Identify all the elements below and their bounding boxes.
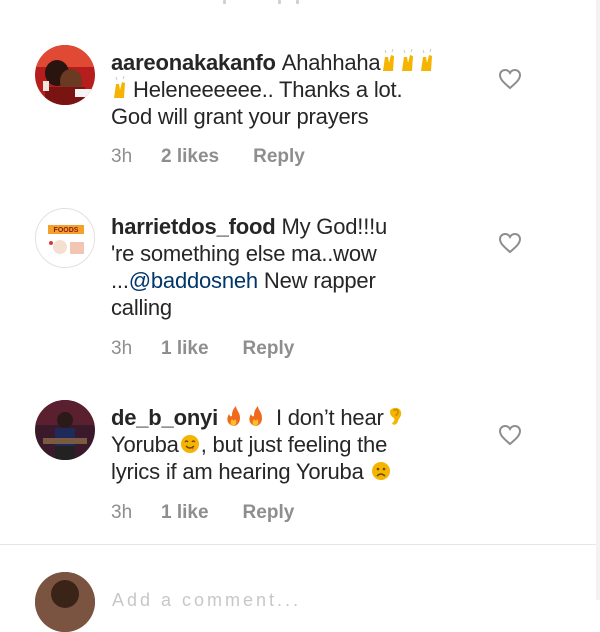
heart-icon[interactable] [498, 424, 522, 446]
comment-text-line: I don’t hear [275, 405, 384, 430]
comment-text: harrietdos_food My God!!!u 're something … [111, 213, 471, 321]
smiling-face-icon [179, 433, 201, 455]
comment-text-line: 're something else ma..wow [111, 241, 377, 266]
reply-button[interactable]: Reply [243, 502, 295, 524]
comment-username[interactable]: aareonakakanfo [111, 50, 276, 75]
frowning-face-icon [370, 460, 392, 482]
comment-username[interactable]: harrietdos_food [111, 214, 276, 239]
profile-photo-icon [35, 400, 95, 460]
profile-photo-icon [35, 572, 95, 632]
comment-time: 3h [111, 146, 133, 167]
fire-icon [224, 404, 270, 428]
comment-time: 3h [111, 338, 133, 359]
add-comment-input[interactable]: Add a comment... [112, 590, 301, 611]
current-user-avatar [35, 572, 95, 632]
comment-text-line: Yoruba [111, 432, 179, 457]
comment-text-line: lyrics if am hearing Yoruba [111, 459, 364, 484]
comment-text-line: God will grant your prayers [111, 104, 369, 129]
comment-time: 3h [111, 502, 133, 523]
comment-username[interactable]: de_b_onyi [111, 405, 218, 430]
comment-text-line: ... [111, 268, 129, 293]
comment-meta: 3h 1 like Reply [111, 338, 294, 360]
scroll-indicator [0, 0, 600, 8]
comment-text-line: New rapper [257, 268, 376, 293]
divider [0, 544, 600, 545]
heart-icon[interactable] [498, 68, 522, 90]
raised-hands-icon [380, 48, 438, 73]
comment-likes[interactable]: 1 like [161, 502, 209, 524]
comment-text-line: Ahahhaha [281, 50, 381, 75]
comment-likes[interactable]: 2 likes [161, 146, 219, 168]
comment-text-line: My God!!!u [281, 214, 388, 239]
comment-text: aareonakakanfo Ahahhaha Heleneeeeee.. Tha… [111, 48, 471, 130]
comment-text-line: calling [111, 295, 172, 320]
profile-photo-icon [35, 45, 95, 105]
comment-meta: 3h 1 like Reply [111, 502, 294, 524]
scrollbar-track [596, 0, 600, 600]
reply-button[interactable]: Reply [253, 146, 305, 168]
avatar[interactable]: FOODS [35, 208, 95, 268]
mention-link[interactable]: @baddosneh [129, 268, 258, 293]
comment-text-line: Heleneeeeee.. Thanks a lot. [133, 77, 403, 102]
svg-text:FOODS: FOODS [54, 227, 79, 234]
avatar[interactable] [35, 45, 95, 105]
comment-text: de_b_onyi I don’t hear Yoruba , but just … [111, 404, 471, 485]
ear-icon [384, 404, 406, 428]
avatar[interactable] [35, 400, 95, 460]
comment-text-line: , but just feeling the [200, 432, 388, 457]
food-brand-logo-icon: FOODS [36, 209, 94, 267]
raised-hands-icon [111, 75, 133, 100]
comment-meta: 3h 2 likes Reply [111, 146, 305, 168]
reply-button[interactable]: Reply [243, 338, 295, 360]
heart-icon[interactable] [498, 232, 522, 254]
comment-likes[interactable]: 1 like [161, 338, 209, 360]
